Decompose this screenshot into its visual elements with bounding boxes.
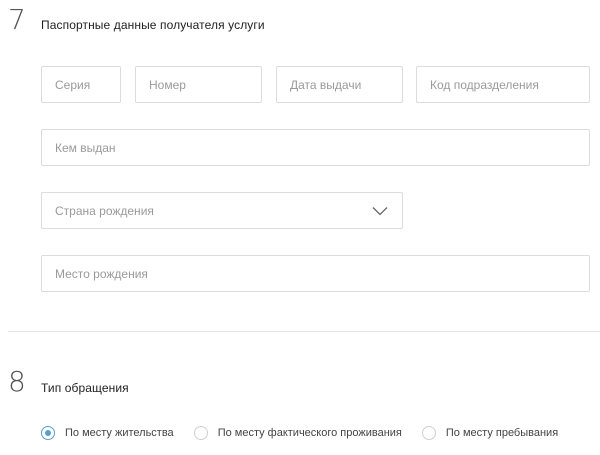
number-input[interactable] (136, 67, 261, 102)
radio-stay[interactable]: По месту пребывания (421, 426, 559, 440)
section-divider (8, 331, 600, 332)
birth-place-input[interactable] (42, 256, 589, 291)
step-number-8: 8 (8, 365, 26, 398)
radio-circle[interactable] (193, 426, 208, 440)
issued-by-field[interactable] (41, 129, 590, 166)
chevron-down-icon[interactable] (372, 206, 388, 216)
series-field[interactable] (41, 66, 121, 103)
issue-date-field[interactable] (276, 66, 403, 103)
division-code-input[interactable] (417, 67, 589, 102)
request-type-radio-group: По месту жительства По месту фактическог… (41, 425, 578, 441)
birth-place-field[interactable] (41, 255, 590, 292)
issued-by-input[interactable] (42, 130, 589, 165)
radio-label: По месту жительства (65, 427, 174, 439)
radio-label: По месту фактического проживания (217, 427, 402, 439)
request-type-section-title: Тип обращения (41, 381, 129, 395)
birth-country-placeholder: Страна рождения (55, 203, 154, 218)
step-number-7: 7 (8, 3, 26, 36)
division-code-field[interactable] (416, 66, 590, 103)
radio-residence[interactable]: По месту жительства (41, 426, 174, 440)
number-field[interactable] (135, 66, 262, 103)
birth-country-select[interactable]: Страна рождения (41, 192, 403, 229)
issue-date-input[interactable] (277, 67, 402, 102)
passport-section-title: Паспортные данные получателя услуги (41, 18, 265, 32)
radio-circle-checked[interactable] (41, 426, 55, 440)
application-form: 7 Паспортные данные получателя услуги Ст… (0, 0, 600, 455)
series-input[interactable] (42, 67, 120, 102)
radio-label: По месту пребывания (445, 427, 559, 439)
radio-actual-residence[interactable]: По месту фактического проживания (193, 426, 402, 440)
radio-circle[interactable] (421, 426, 436, 440)
